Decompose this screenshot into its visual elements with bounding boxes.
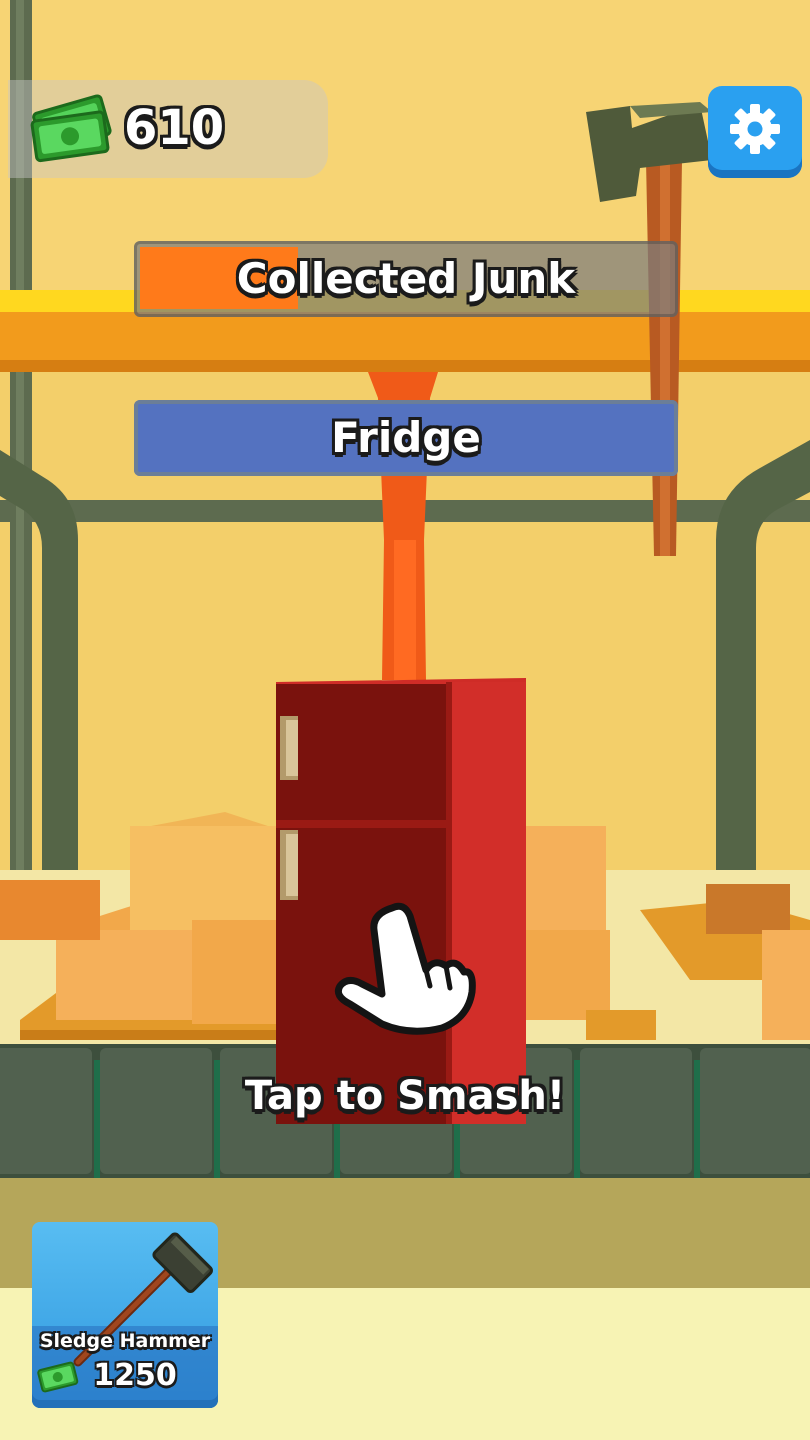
tool-price: 1250 xyxy=(93,1358,177,1393)
current-item-label: Fridge xyxy=(331,413,481,462)
money-panel: 610 xyxy=(8,80,328,178)
sledge-hammer-shop-button[interactable]: Sledge Hammer 1250 xyxy=(32,1222,218,1408)
settings-button[interactable] xyxy=(708,86,802,178)
cash-icon xyxy=(30,94,112,163)
collected-junk-progress-bar: Collected Junk xyxy=(134,241,678,317)
cash-icon xyxy=(37,1361,79,1393)
tool-name: Sledge Hammer xyxy=(39,1330,211,1352)
gear-icon xyxy=(730,104,780,154)
current-item-banner: Fridge xyxy=(134,400,678,476)
progress-label: Collected Junk xyxy=(236,254,576,303)
pointing-hand-icon xyxy=(334,902,476,1035)
tap-to-smash-hint: Tap to Smash! xyxy=(244,1073,566,1119)
money-count: 610 xyxy=(124,100,225,156)
